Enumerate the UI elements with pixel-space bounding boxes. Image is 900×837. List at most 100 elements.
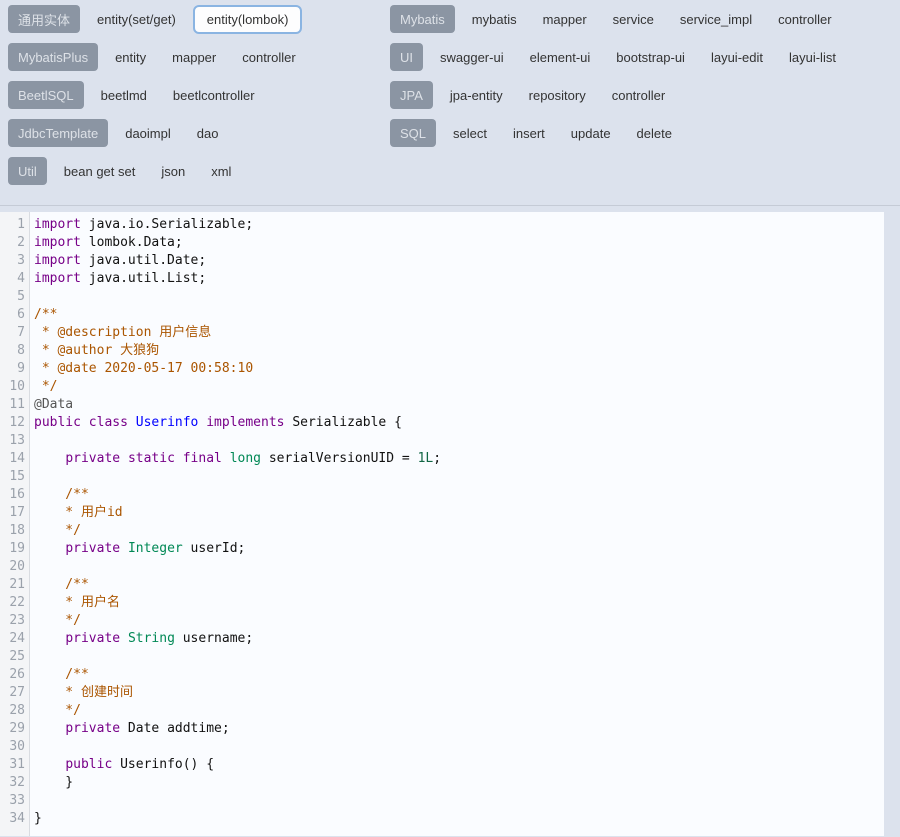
code-line: [34, 468, 884, 486]
template-item-mybatis[interactable]: mybatis: [463, 5, 526, 34]
template-item-entity[interactable]: entity: [106, 43, 155, 72]
template-item-service-impl[interactable]: service_impl: [671, 5, 761, 34]
template-item-controller[interactable]: controller: [769, 5, 840, 34]
line-number: 29: [4, 720, 25, 738]
template-item-update[interactable]: update: [562, 119, 620, 148]
code-line: [34, 288, 884, 306]
toolbar-row: 通用实体 entity(set/get) entity(lombok): [8, 5, 390, 33]
line-number: 21: [4, 576, 25, 594]
toolbar-row: MybatisPlus entity mapper controller: [8, 43, 390, 71]
code-line: * @author 大狼狗: [34, 342, 884, 360]
code-line: /**: [34, 306, 884, 324]
line-number: 11: [4, 396, 25, 414]
line-number: 20: [4, 558, 25, 576]
code-line: * 用户id: [34, 504, 884, 522]
line-number: 33: [4, 792, 25, 810]
code-line: * 用户名: [34, 594, 884, 612]
code-line: * @description 用户信息: [34, 324, 884, 342]
line-number: 24: [4, 630, 25, 648]
template-item-service[interactable]: service: [604, 5, 663, 34]
toolbar-row: Util bean get setjsonxml: [8, 157, 390, 185]
code-editor[interactable]: 1234567891011121314151617181920212223242…: [0, 212, 884, 836]
template-item-controller[interactable]: controller: [603, 81, 674, 110]
line-number-gutter: 1234567891011121314151617181920212223242…: [0, 212, 30, 836]
category-label-beetlsql: BeetlSQL: [8, 81, 84, 109]
line-number: 31: [4, 756, 25, 774]
line-number: 12: [4, 414, 25, 432]
line-number: 15: [4, 468, 25, 486]
toolbar-editor-divider: [0, 205, 900, 206]
template-item-dao[interactable]: dao: [188, 119, 228, 148]
code-line: [34, 792, 884, 810]
toolbar-row: Mybatismybatismapperserviceservice_implc…: [390, 5, 900, 33]
line-number: 32: [4, 774, 25, 792]
category-label-jpa: JPA: [390, 81, 433, 109]
category-label-cjk: 通用实体: [8, 5, 80, 33]
template-item-mapper[interactable]: mapper: [534, 5, 596, 34]
line-number: 6: [4, 306, 25, 324]
line-number: 25: [4, 648, 25, 666]
line-number: 9: [4, 360, 25, 378]
template-item-repository[interactable]: repository: [520, 81, 595, 110]
line-number: 23: [4, 612, 25, 630]
line-number: 7: [4, 324, 25, 342]
code-line: import java.util.Date;: [34, 252, 884, 270]
code-line: import java.io.Serializable;: [34, 216, 884, 234]
toolbar-row: JdbcTemplatedaoimpldao: [8, 119, 390, 147]
line-number: 14: [4, 450, 25, 468]
template-item-beetlcontroller[interactable]: beetlcontroller: [164, 81, 264, 110]
template-item-json[interactable]: json: [152, 157, 194, 186]
line-number: 19: [4, 540, 25, 558]
template-item-jpa-entity[interactable]: jpa-entity: [441, 81, 512, 110]
template-item-swagger-ui[interactable]: swagger-ui: [431, 43, 513, 72]
line-number: 28: [4, 702, 25, 720]
template-item-delete[interactable]: delete: [628, 119, 681, 148]
code-line: }: [34, 810, 884, 828]
line-number: 17: [4, 504, 25, 522]
template-item-element-ui[interactable]: element-ui: [521, 43, 600, 72]
template-item-bootstrap-ui[interactable]: bootstrap-ui: [607, 43, 694, 72]
code-line: * @date 2020-05-17 00:58:10: [34, 360, 884, 378]
code-line: * 创建时间: [34, 684, 884, 702]
template-item-bean-get-set[interactable]: bean get set: [55, 157, 145, 186]
code-line: */: [34, 702, 884, 720]
line-number: 27: [4, 684, 25, 702]
line-number: 26: [4, 666, 25, 684]
line-number: 34: [4, 810, 25, 828]
template-item-entity-set-get[interactable]: entity(set/get): [88, 5, 185, 34]
line-number: 1: [4, 216, 25, 234]
template-item-daoimpl[interactable]: daoimpl: [116, 119, 180, 148]
template-item-xml[interactable]: xml: [202, 157, 240, 186]
code-line: public Userinfo() {: [34, 756, 884, 774]
code-line: /**: [34, 666, 884, 684]
template-item-select[interactable]: select: [444, 119, 496, 148]
category-label-util: Util: [8, 157, 47, 185]
code-line: import lombok.Data;: [34, 234, 884, 252]
code-line: private Date addtime;: [34, 720, 884, 738]
template-toolbar: 通用实体 entity(set/get) entity(lombok) Mybatis…: [0, 0, 900, 195]
template-item-entity-lombok[interactable]: entity(lombok): [193, 5, 303, 34]
template-item-beetlmd[interactable]: beetlmd: [92, 81, 156, 110]
template-item-insert[interactable]: insert: [504, 119, 554, 148]
code-line: [34, 648, 884, 666]
template-item-layui-list[interactable]: layui-list: [780, 43, 845, 72]
code-content[interactable]: import java.io.Serializable;import lombo…: [30, 212, 884, 836]
line-number: 13: [4, 432, 25, 450]
code-line: private String username;: [34, 630, 884, 648]
toolbar-left-column: 通用实体 entity(set/get) entity(lombok) Mybatis…: [8, 5, 390, 195]
line-number: 16: [4, 486, 25, 504]
template-item-mapper[interactable]: mapper: [163, 43, 225, 72]
line-number: 3: [4, 252, 25, 270]
code-line: */: [34, 378, 884, 396]
toolbar-right-column: Mybatismybatismapperserviceservice_implc…: [390, 5, 900, 195]
code-line: /**: [34, 576, 884, 594]
template-item-controller[interactable]: controller: [233, 43, 304, 72]
line-number: 18: [4, 522, 25, 540]
toolbar-row: BeetlSQL beetlmd beetlcontroller: [8, 81, 390, 109]
line-number: 4: [4, 270, 25, 288]
category-label-mybatisplus: MybatisPlus: [8, 43, 98, 71]
code-line: [34, 738, 884, 756]
line-number: 5: [4, 288, 25, 306]
code-line: [34, 558, 884, 576]
template-item-layui-edit[interactable]: layui-edit: [702, 43, 772, 72]
